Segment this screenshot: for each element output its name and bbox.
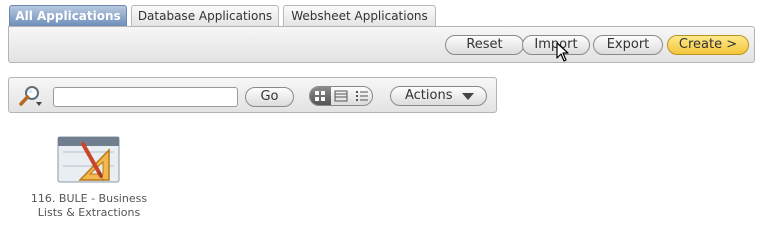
search-input[interactable]	[53, 87, 238, 107]
report-view-icon	[334, 90, 348, 102]
chevron-down-icon	[462, 93, 474, 100]
view-details-button[interactable]	[351, 87, 372, 105]
application-title[interactable]: 116. BULE - Business Lists & Extractions	[14, 192, 164, 220]
details-view-icon	[355, 91, 368, 101]
view-icons-button[interactable]	[310, 87, 331, 105]
reset-button[interactable]: Reset	[445, 35, 524, 55]
search-icon[interactable]	[18, 84, 44, 108]
application-builder: All Applications Database Applications W…	[0, 0, 762, 228]
search-region: Go Actions	[8, 77, 497, 113]
export-button[interactable]: Export	[593, 35, 663, 55]
tab-all-applications[interactable]: All Applications	[9, 5, 127, 26]
create-button[interactable]: Create >	[667, 35, 749, 55]
application-title-line1: 116. BULE - Business	[30, 192, 148, 205]
view-mode-selector	[309, 86, 373, 106]
application-tabs: All Applications Database Applications W…	[9, 5, 436, 26]
view-report-button[interactable]	[331, 87, 352, 105]
button-region: Reset Import Export Create >	[8, 26, 755, 63]
actions-label: Actions	[405, 88, 453, 103]
mouse-cursor-icon	[556, 42, 569, 62]
grid-view-icon	[315, 91, 326, 101]
tab-websheet-applications[interactable]: Websheet Applications	[283, 5, 436, 26]
actions-menu-button[interactable]: Actions	[390, 86, 487, 106]
application-icon[interactable]	[57, 136, 120, 183]
application-title-line2: Lists & Extractions	[37, 206, 141, 219]
tab-database-applications[interactable]: Database Applications	[131, 5, 279, 26]
go-button[interactable]: Go	[245, 87, 294, 107]
